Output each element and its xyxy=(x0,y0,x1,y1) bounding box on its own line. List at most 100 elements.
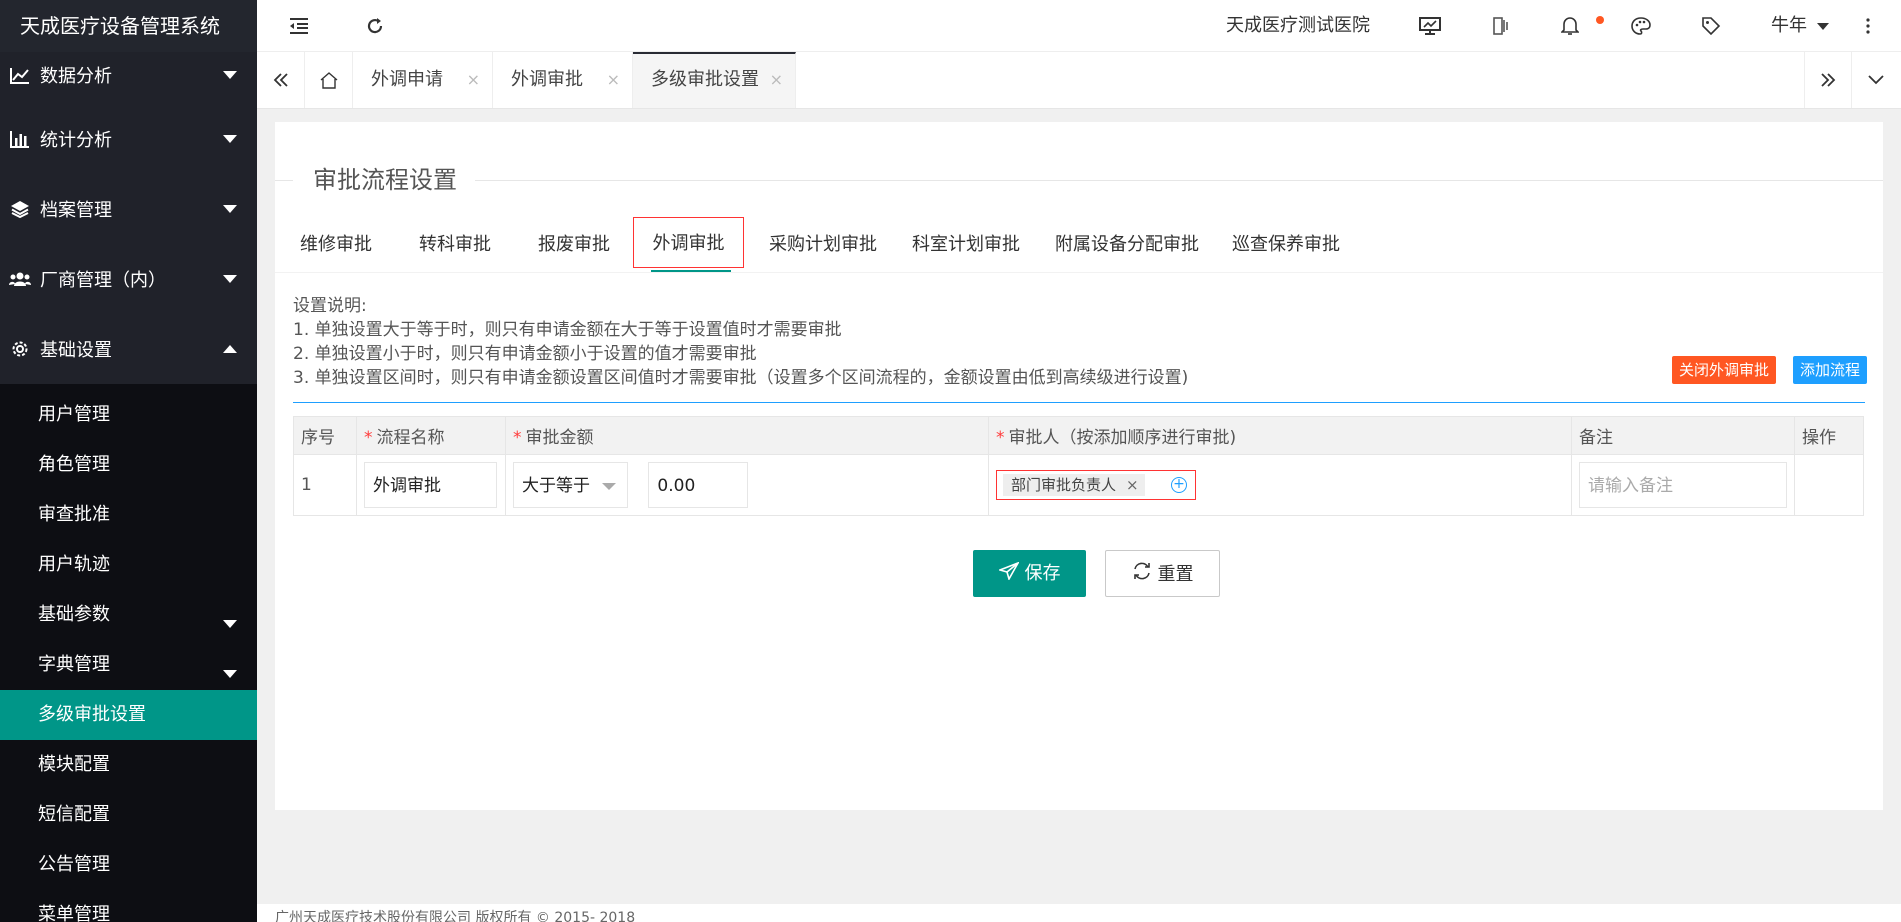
tab-transfer-apply[interactable]: 外调申请 × xyxy=(353,52,493,108)
action-cell xyxy=(1794,454,1864,516)
tab-transfer-approval[interactable]: 外调审批 × xyxy=(493,52,633,108)
remark-input[interactable]: 请输入备注 xyxy=(1579,462,1787,508)
col-index: 序号 xyxy=(293,416,357,455)
monitor-icon[interactable] xyxy=(1417,0,1443,52)
amount-cell: 大于等于 0.00 xyxy=(505,454,989,516)
sidebar-item-statistics[interactable]: 统计分析 xyxy=(0,104,257,174)
approval-type-tabs: 维修审批 转科审批 报废审批 外调审批 采购计划审批 科室计划审批 附属设备分配… xyxy=(275,217,1883,273)
sidebar-item-label: 基础参数 xyxy=(38,604,110,625)
approver-selector[interactable]: 部门审批负责人 × + xyxy=(996,470,1196,500)
screen-split-icon[interactable] xyxy=(1491,0,1511,52)
description-line: 设置说明: xyxy=(293,296,367,316)
send-icon xyxy=(996,551,1020,598)
sidebar-item-basic-settings[interactable]: 基础设置 xyxy=(0,314,257,384)
home-tab-icon[interactable] xyxy=(305,52,353,108)
subtab-dept-transfer[interactable]: 转科审批 xyxy=(419,218,491,272)
sidebar-item-archives[interactable]: 档案管理 xyxy=(0,174,257,244)
top-header: 天成医疗测试医院 牛年 xyxy=(257,0,1901,52)
table-row: 1 外调审批 大于等于 0.00 部门审批负责人 × + 请输入备注 xyxy=(293,454,1864,516)
description-divider xyxy=(293,402,1865,403)
sidebar-item-label: 字典管理 xyxy=(38,654,110,675)
active-tab-indicator xyxy=(651,270,731,272)
tab-label: 外调申请 xyxy=(371,69,443,90)
gear-icon xyxy=(8,337,32,361)
tag-icon[interactable] xyxy=(1700,0,1722,52)
bell-icon[interactable] xyxy=(1559,0,1581,52)
approver-tag: 部门审批负责人 × xyxy=(1003,474,1145,496)
close-transfer-approval-button[interactable]: 关闭外调审批 xyxy=(1672,356,1777,384)
required-mark: * xyxy=(513,428,522,448)
approval-flow-table: 序号 * 流程名称 * 审批金额 * 审批人（按添加顺序进行审批) 备注 操作 1 外… xyxy=(293,416,1864,516)
sidebar-item-basic-params[interactable]: 基础参数 xyxy=(0,590,257,640)
col-action: 操作 xyxy=(1794,416,1864,455)
sidebar-item-label: 厂商管理（内） xyxy=(40,270,166,291)
section-title: 审批流程设置 xyxy=(293,160,475,195)
condition-select[interactable]: 大于等于 xyxy=(513,462,628,508)
subtab-purchase-plan[interactable]: 采购计划审批 xyxy=(769,218,877,272)
subtab-accessory-allocation[interactable]: 附属设备分配审批 xyxy=(1055,218,1199,272)
palette-icon[interactable] xyxy=(1630,0,1652,52)
notification-dot xyxy=(1596,16,1604,24)
caret-down-icon xyxy=(1816,22,1829,30)
subtab-inspection-maintenance[interactable]: 巡查保养审批 xyxy=(1232,218,1340,272)
reset-icon xyxy=(1132,552,1152,599)
sidebar-item-user-trail[interactable]: 用户轨迹 xyxy=(0,540,257,590)
user-name: 牛年 xyxy=(1771,15,1807,36)
chevron-down-icon xyxy=(223,71,237,79)
more-vertical-icon[interactable] xyxy=(1860,0,1876,52)
chevron-up-icon xyxy=(223,345,237,353)
page-tabs: 外调申请 × 外调审批 × 多级审批设置 × xyxy=(257,52,1901,109)
sidebar-item-data-analysis[interactable]: 数据分析 xyxy=(0,46,257,104)
tab-multi-approval[interactable]: 多级审批设置 × xyxy=(633,52,796,108)
sidebar-item-multi-approval[interactable]: 多级审批设置 xyxy=(0,690,257,740)
required-mark: * xyxy=(364,428,373,448)
col-label: 审批人（按添加顺序进行审批) xyxy=(1008,428,1237,448)
save-button[interactable]: 保存 xyxy=(973,550,1086,597)
sidebar-item-menu-management[interactable]: 菜单管理 xyxy=(0,890,257,922)
chevron-down-icon xyxy=(223,205,237,213)
remark-cell: 请输入备注 xyxy=(1571,454,1795,516)
sidebar-item-label: 数据分析 xyxy=(40,66,112,87)
submenu: 用户管理 角色管理 审查批准 用户轨迹 基础参数 字典管理 多级审批设置 模块配… xyxy=(0,384,257,922)
condition-value: 大于等于 xyxy=(522,476,590,496)
amount-input[interactable]: 0.00 xyxy=(648,462,749,508)
sidebar-item-announcements[interactable]: 公告管理 xyxy=(0,840,257,890)
user-menu[interactable]: 牛年 xyxy=(1771,0,1829,52)
sidebar-item-sms-config[interactable]: 短信配置 xyxy=(0,790,257,840)
tabs-scroll-left-icon[interactable] xyxy=(257,52,305,108)
section-divider xyxy=(275,180,1883,181)
sidebar-item-vendors[interactable]: 厂商管理（内） xyxy=(0,244,257,314)
flow-name-cell: 外调审批 xyxy=(356,454,506,516)
reset-button[interactable]: 重置 xyxy=(1105,550,1220,597)
tabs-scroll-right-icon[interactable] xyxy=(1804,52,1852,108)
sidebar-item-dictionary[interactable]: 字典管理 xyxy=(0,640,257,690)
sidebar-item-role-management[interactable]: 角色管理 xyxy=(0,440,257,490)
subtab-dept-plan[interactable]: 科室计划审批 xyxy=(912,218,1020,272)
sidebar-item-review-approval[interactable]: 审查批准 xyxy=(0,490,257,540)
footer: 广州天成医疗技术股份有限公司 版权所有 © 2015- 2018 xyxy=(257,904,1901,922)
close-icon[interactable]: × xyxy=(607,52,620,108)
col-label: 审批金额 xyxy=(525,428,594,448)
required-mark: * xyxy=(996,428,1005,448)
close-icon[interactable]: × xyxy=(467,52,480,108)
description-line: 3. 单独设置区间时，则只有申请金额设置区间值时才需要审批（设置多个区间流程的，… xyxy=(293,368,1189,388)
add-flow-button[interactable]: 添加流程 xyxy=(1793,356,1868,384)
bar-chart-icon xyxy=(8,127,32,151)
refresh-icon[interactable] xyxy=(363,0,387,52)
subtab-external-transfer[interactable]: 外调审批 xyxy=(633,217,744,268)
subtab-repair[interactable]: 维修审批 xyxy=(300,218,372,272)
table-header-row: 序号 * 流程名称 * 审批金额 * 审批人（按添加顺序进行审批) 备注 操作 xyxy=(293,416,1864,455)
flow-name-input[interactable]: 外调审批 xyxy=(364,462,497,508)
close-icon[interactable]: × xyxy=(770,54,783,106)
remove-approver-icon[interactable]: × xyxy=(1126,476,1139,494)
settings-description: 设置说明: 1. 单独设置大于等于时，则只有申请金额在大于等于设置值时才需要审批… xyxy=(293,294,1188,390)
tabs-dropdown-icon[interactable] xyxy=(1852,52,1900,108)
add-approver-icon[interactable]: + xyxy=(1171,477,1187,493)
col-approver: * 审批人（按添加顺序进行审批) xyxy=(988,416,1572,455)
main-area: 天成医疗测试医院 牛年 外调申请 × 外调审批 × 多级审批设置 × 审批流程设… xyxy=(257,0,1901,922)
sidebar-item-user-management[interactable]: 用户管理 xyxy=(0,390,257,440)
collapse-menu-icon[interactable] xyxy=(287,0,311,52)
sidebar-item-module-config[interactable]: 模块配置 xyxy=(0,740,257,790)
sidebar: 天成医疗设备管理系统 数据分析 统计分析 档案管理 厂商管理（内） 基础设置 用… xyxy=(0,0,257,922)
subtab-scrap[interactable]: 报废审批 xyxy=(538,218,610,272)
